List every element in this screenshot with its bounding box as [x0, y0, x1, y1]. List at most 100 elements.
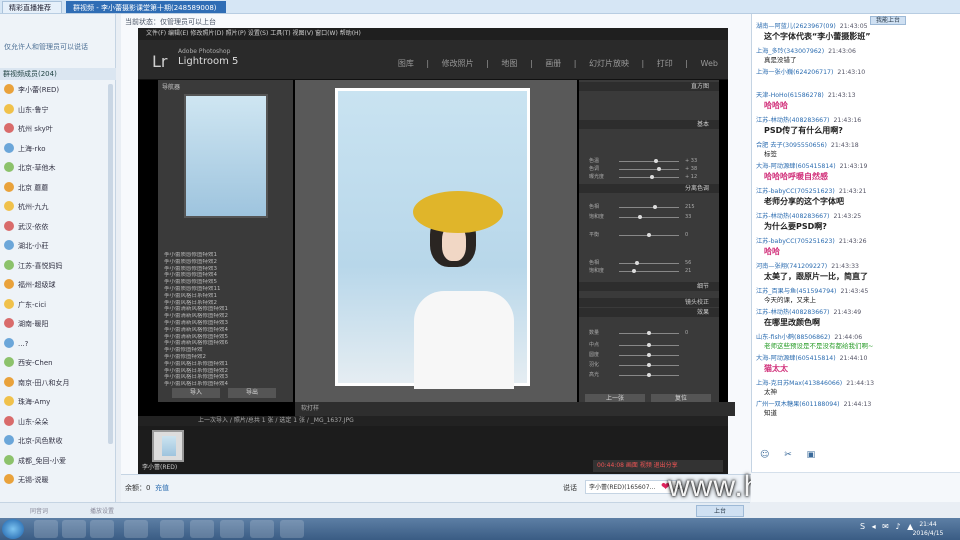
member-item[interactable]: 湖南-暖阳 — [4, 318, 108, 331]
slider-track[interactable] — [619, 161, 679, 162]
chat-sender[interactable]: 江苏-林动热(408283667) — [756, 117, 829, 124]
import-button[interactable]: 导入 — [172, 388, 220, 398]
adjustment-slider[interactable]: 羽化 — [589, 362, 699, 369]
slider-knob[interactable] — [647, 233, 651, 237]
slider-knob[interactable] — [647, 373, 651, 377]
chat-input-area[interactable] — [751, 472, 960, 502]
slider-knob[interactable] — [656, 167, 661, 171]
member-item[interactable]: 李小蕾(RED) — [4, 84, 108, 97]
panel-section-header[interactable]: 细节 — [579, 282, 719, 291]
adjustment-slider[interactable]: 高光 — [589, 372, 699, 379]
member-item[interactable]: 山东-朵朵 — [4, 415, 108, 429]
slider-knob[interactable] — [632, 269, 636, 273]
chat-sender[interactable]: 上海-克日苏Max(413846066) — [756, 380, 842, 387]
member-item[interactable]: 福州-超级球 — [4, 279, 108, 292]
slider-knob[interactable] — [654, 159, 659, 163]
member-item[interactable]: 广东-cici — [4, 298, 108, 312]
member-item[interactable]: 湖北-小莊 — [4, 240, 108, 253]
go-on-stage-button[interactable]: 上台 — [696, 505, 744, 517]
panel-section-header[interactable]: 效果 — [579, 308, 719, 317]
homophone-toggle[interactable]: 同音词 — [30, 506, 48, 515]
playback-settings[interactable]: 播放设置 — [90, 506, 114, 515]
cloud-icon[interactable] — [220, 520, 244, 538]
chat-sender[interactable]: 上海_多玲(343007962) — [756, 48, 824, 55]
chat-sender[interactable]: 江苏-林动热(408283667) — [756, 213, 829, 220]
chat-sender[interactable]: 江苏-babyCC(705251623) — [756, 188, 835, 195]
slider-track[interactable] — [619, 263, 679, 264]
member-item[interactable]: ...? — [4, 337, 108, 351]
clock[interactable]: 21:44 2016/4/15 — [900, 520, 956, 538]
navigator-thumbnail[interactable] — [184, 94, 268, 218]
game-icon[interactable] — [250, 520, 274, 538]
member-item[interactable]: 西安-Chen — [4, 357, 108, 370]
adjustment-slider[interactable]: 饱和度 33 — [589, 214, 699, 221]
member-item[interactable]: 杭州-九九 — [4, 201, 108, 214]
soft-proof-toggle[interactable]: 软打样 — [301, 405, 319, 412]
member-item[interactable]: 武汉-依依 — [4, 220, 108, 234]
adjustment-slider[interactable]: 数量 0 — [589, 330, 699, 337]
im-icon[interactable] — [124, 520, 148, 538]
chat-sender[interactable]: 山东-fish小鹤(88506862) — [756, 334, 830, 341]
chat-sender[interactable]: 上海一张小巍(624206717) — [756, 69, 833, 76]
chat-sender[interactable]: 江苏-林动热(408283667) — [756, 309, 829, 316]
slider-knob[interactable] — [647, 363, 651, 367]
slider-knob[interactable] — [647, 353, 651, 357]
panel-section-header[interactable]: 直方图 — [579, 82, 719, 91]
member-item[interactable]: 成都_免回-小爱 — [4, 454, 108, 468]
ie-icon[interactable] — [34, 520, 58, 538]
start-button-icon[interactable] — [2, 519, 24, 539]
members-scrollbar[interactable] — [108, 84, 113, 444]
tab-live-recommend[interactable]: 精彩直播推荐 — [2, 1, 62, 13]
qq-window-icon[interactable] — [280, 520, 304, 538]
adjustment-slider[interactable]: 曝光度 + 12 — [589, 174, 699, 181]
app-icon[interactable] — [160, 520, 184, 538]
member-item[interactable]: 上海-rko — [4, 142, 108, 156]
chat-sender[interactable]: 大海-阿动源肆(605415814) — [756, 355, 836, 362]
slider-track[interactable] — [619, 217, 679, 218]
lightroom-menu-bar[interactable]: 文件(F) 编辑(E) 修改照片(D) 照片(P) 设置(S) 工具(T) 视图… — [138, 28, 728, 40]
chat-sender[interactable]: 大海-阿动源肆(605415814) — [756, 163, 836, 170]
lightroom-modules[interactable]: 图库 | 修改照片 | 地图 | 画册 | 幻灯片放映 | 打印 | Web — [398, 58, 718, 69]
chat-sender[interactable]: 合肥 去子(3095550656) — [756, 142, 827, 149]
member-item[interactable]: 北京 蘑蘑 — [4, 181, 108, 195]
iqiyi-icon[interactable] — [190, 520, 214, 538]
slider-knob[interactable] — [638, 215, 642, 219]
chat-tool-icons[interactable]: ☺ ✂ ▣ — [760, 450, 821, 460]
member-item[interactable]: 北京-草他木 — [4, 162, 108, 175]
folder-icon[interactable] — [62, 520, 86, 538]
member-item[interactable]: 杭州 sky叶 — [4, 123, 108, 136]
panel-section-header[interactable]: 基本 — [579, 120, 719, 129]
chat-sender[interactable]: 湖南—阿蓝儿(2623967(09) — [756, 23, 836, 30]
recharge-link[interactable]: 充值 — [155, 483, 169, 493]
slider-knob[interactable] — [653, 205, 657, 209]
adjustment-slider[interactable]: 平衡 0 — [589, 232, 699, 239]
adjustment-slider[interactable]: 色温 + 33 — [589, 158, 699, 165]
slider-knob[interactable] — [650, 175, 654, 179]
chat-sender[interactable]: 天津-HoHo(61586278) — [756, 92, 824, 99]
chat-sender[interactable]: 河南—张翔(741209227) — [756, 263, 827, 270]
slider-track[interactable] — [619, 169, 679, 170]
member-item[interactable]: 南京-田八和女月 — [4, 376, 108, 390]
member-item[interactable]: 山东-鲁宁 — [4, 103, 108, 117]
slider-track[interactable] — [619, 207, 679, 208]
adjustment-slider[interactable]: 色调 + 38 — [589, 166, 699, 173]
adjustment-slider[interactable]: 圆度 — [589, 352, 699, 359]
lightroom-photo-view[interactable] — [295, 80, 577, 402]
panel-section-header[interactable]: 分离色调 — [579, 184, 719, 193]
member-item[interactable]: 北京-风色默收 — [4, 435, 108, 448]
member-item[interactable]: 江苏-喜悦妈妈 — [4, 259, 108, 273]
chat-sender[interactable]: 江苏_百果与鱼(451594794) — [756, 288, 836, 295]
member-item[interactable]: 无锡-说暖 — [4, 474, 108, 487]
adjustment-slider[interactable]: 色相 56 — [589, 260, 699, 267]
chat-sender[interactable]: 江苏-babyCC(705251623) — [756, 238, 835, 245]
tab-group-video[interactable]: 群视频 - 李小蕾摄影课堂第十期(248589008) — [66, 1, 226, 13]
export-button[interactable]: 导出 — [228, 388, 276, 398]
adjustment-slider[interactable]: 中点 — [589, 342, 699, 349]
slider-knob[interactable] — [647, 331, 651, 335]
panel-section-header[interactable]: 镜头校正 — [579, 298, 719, 307]
member-item[interactable]: 珠海-Amy — [4, 396, 108, 409]
adjustment-slider[interactable]: 饱和度 21 — [589, 268, 699, 275]
chat-sender[interactable]: 广州一双木糖果(601188094) — [756, 401, 840, 408]
slider-knob[interactable] — [635, 261, 639, 265]
slider-track[interactable] — [619, 177, 679, 178]
